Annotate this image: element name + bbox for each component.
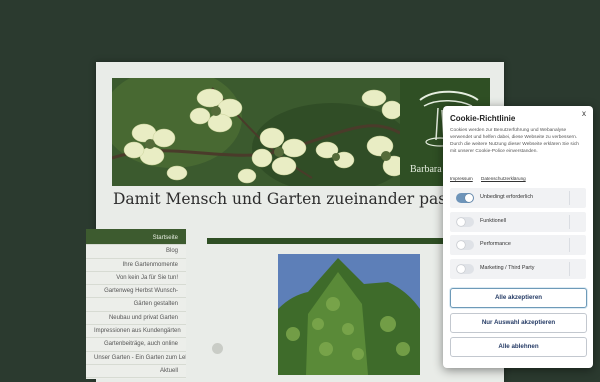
slider-prev-button[interactable]	[212, 343, 223, 354]
option-label-performance: Performance	[480, 241, 511, 247]
accept-all-button[interactable]: Alle akzeptieren	[450, 288, 587, 308]
toggle-marketing[interactable]	[456, 264, 474, 274]
cookie-description: Cookies werden zur Benutzerführung und W…	[450, 128, 579, 155]
option-label-marketing: Marketing / Third Party	[480, 265, 535, 271]
cookie-option-performance: Performance	[450, 235, 586, 255]
cookie-option-functional: Funktionell	[450, 212, 586, 232]
nav-item-gartenmomente[interactable]: Ihre Gartenmomente	[86, 259, 186, 272]
site-tagline: Damit Mensch und Garten zueinander passe…	[113, 190, 474, 208]
option-label-required: Unbedingt erforderlich	[480, 194, 534, 200]
datenschutz-link[interactable]: Datenschutzerklärung	[481, 176, 526, 181]
nav-item-gaerten-gestalten[interactable]: Gärten gestalten	[86, 298, 186, 312]
cookie-option-required: Unbedingt erforderlich	[450, 188, 586, 208]
nav-item-gartenbeitraege[interactable]: Gartenbeiträge, auch online	[86, 338, 186, 352]
header-banner: Barbara	[112, 78, 490, 186]
nav-item-blog[interactable]: Blog	[86, 245, 186, 259]
impressum-link[interactable]: Impressum	[450, 176, 473, 181]
cookie-title: Cookie-Richtlinie	[450, 114, 516, 123]
toggle-performance[interactable]	[456, 240, 474, 250]
toggle-functional[interactable]	[456, 217, 474, 227]
accept-selection-button[interactable]: Nur Auswahl akzeptieren	[450, 313, 587, 333]
cookie-links: Impressum Datenschutzerklärung	[450, 176, 533, 181]
nav-item-unser-garten[interactable]: Unser Garten - Ein Garten zum Leben	[86, 352, 186, 365]
nav-item-impressionen[interactable]: Impressionen aus Kundengärten	[86, 325, 186, 339]
cookie-option-marketing: Marketing / Third Party	[450, 259, 586, 279]
ivy-house-photo	[278, 254, 420, 375]
close-icon[interactable]: x	[582, 109, 586, 118]
content-header-bar	[207, 238, 444, 244]
nav-item-about[interactable]: Von kein Ja für Sie tun!	[86, 272, 186, 286]
cookie-consent-dialog: Cookie-Richtlinie x Cookies werden zur B…	[443, 106, 593, 368]
nav-item-startseite[interactable]: Startseite	[86, 232, 186, 246]
reject-all-button[interactable]: Alle ablehnen	[450, 337, 587, 357]
nav-item-neubau[interactable]: Neubau und privat Garten	[86, 312, 186, 326]
logo-text: Barbara	[410, 164, 442, 175]
nav-item-gartenweg[interactable]: Gartenweg Herbst Wunsch-	[86, 285, 186, 299]
option-label-functional: Funktionell	[480, 218, 507, 224]
sidebar-navigation: Startseite Blog Ihre Gartenmomente Von k…	[86, 229, 186, 379]
toggle-required[interactable]	[456, 193, 474, 203]
nav-item-aktuell[interactable]: Aktuell	[86, 365, 186, 379]
dogwood-blossom-photo	[112, 78, 400, 186]
